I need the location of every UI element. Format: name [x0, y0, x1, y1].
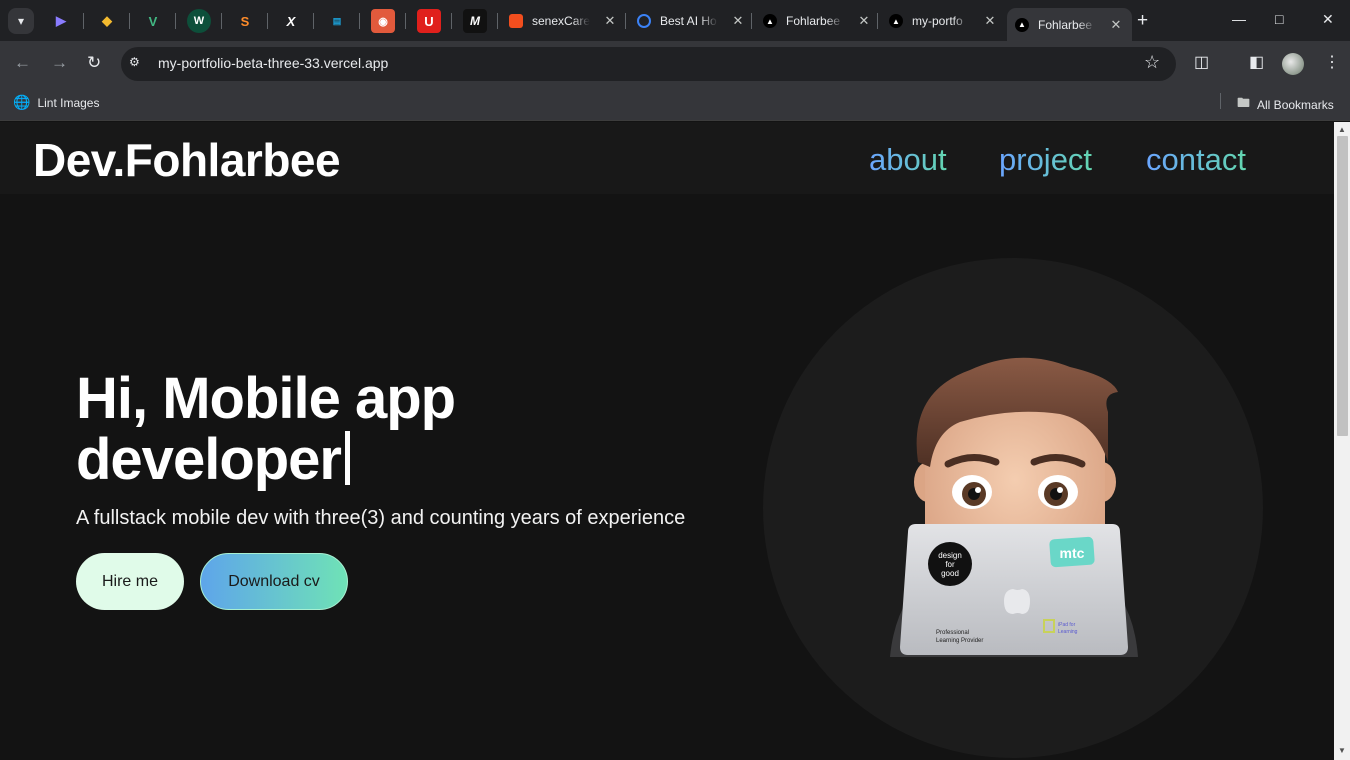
bookmark-label: All Bookmarks: [1257, 98, 1334, 112]
bookmark-lint-images[interactable]: 🌐 Lint Images: [13, 94, 99, 111]
tab-my-portfolio[interactable]: ▲ my-portfo ✕: [889, 8, 998, 34]
forward-arrow-icon[interactable]: →: [51, 53, 68, 73]
pinned-tab-orange[interactable]: ◉: [371, 9, 395, 33]
sticker-mtc: mtc: [1060, 545, 1085, 561]
tab-title: Best AI Ho: [660, 14, 717, 28]
svg-text:Learning: Learning: [1058, 629, 1078, 635]
close-tab-icon[interactable]: ✕: [856, 13, 872, 29]
close-window-icon[interactable]: ✕: [1322, 11, 1334, 28]
all-bookmarks[interactable]: 🖿 All Bookmarks: [1237, 94, 1334, 116]
scrollbar-thumb[interactable]: [1337, 136, 1348, 436]
hire-me-button[interactable]: Hire me: [76, 553, 184, 610]
x-icon: X: [286, 13, 296, 29]
tab-fohlarbee-active[interactable]: ▲ Fohlarbee ✕: [1007, 8, 1132, 41]
pinned-tab-x[interactable]: X: [279, 9, 303, 33]
url-text[interactable]: my-portfolio-beta-three-33.vercel.app: [158, 55, 388, 71]
site-info-icon[interactable]: ⚙: [129, 55, 147, 73]
vercel-icon: ▲: [1015, 17, 1029, 32]
scroll-up-arrow[interactable]: ▲: [1338, 125, 1346, 134]
reload-icon[interactable]: ↻: [87, 53, 101, 73]
hero-subtitle: A fullstack mobile dev with three(3) and…: [76, 507, 686, 529]
w-icon: W: [193, 15, 205, 27]
extensions-icon[interactable]: ◫: [1194, 52, 1209, 72]
bookmark-star-icon[interactable]: ☆: [1144, 52, 1160, 73]
globe-icon: 🌐: [13, 94, 31, 110]
memoji-illustration: design for good mtc Professional Learnin…: [890, 357, 1138, 657]
nav-project[interactable]: project: [999, 142, 1092, 178]
bookmark-label: Lint Images: [37, 95, 100, 110]
nav-about[interactable]: about: [869, 142, 947, 178]
vercel-icon: ▲: [889, 14, 903, 28]
sticker-design-for-good: design: [938, 551, 962, 560]
sticker-apple-plp: Professional: [936, 630, 969, 636]
site-logo[interactable]: Dev.Fohlarbee: [33, 133, 341, 187]
site-header: Dev.Fohlarbee about project contact: [0, 122, 1334, 194]
bookmarks-bar: [0, 87, 1350, 121]
m-icon: M: [470, 14, 480, 28]
sticker-ipad-learning: iPad for: [1058, 622, 1076, 628]
pinned-tab-binance[interactable]: ◆: [95, 9, 119, 33]
page-viewport: Dev.Fohlarbee about project contact Hi, …: [0, 122, 1334, 760]
figma-icon: [509, 14, 523, 28]
hero-title-line2: developer: [76, 427, 342, 492]
tab-title: Fohlarbee: [786, 14, 841, 28]
tab-best-ai[interactable]: Best AI Ho ✕: [637, 8, 746, 34]
pinned-tab-w[interactable]: W: [187, 9, 211, 33]
pinned-tab-u[interactable]: U: [417, 9, 441, 33]
pinned-tab-copilot[interactable]: ▶: [49, 9, 73, 33]
binance-icon: ◆: [102, 13, 112, 28]
s-logo-icon: S: [240, 13, 250, 29]
tab-fohlarbee-1[interactable]: ▲ Fohlarbee ✕: [763, 8, 872, 34]
close-tab-icon[interactable]: ✕: [982, 13, 998, 29]
profile-avatar[interactable]: [1282, 53, 1304, 75]
folder-icon: 🖿: [1237, 95, 1251, 110]
cisco-icon: ▤: [332, 15, 342, 26]
tab-title: Fohlarbee: [1038, 17, 1093, 32]
pinned-tab-s[interactable]: S: [233, 9, 257, 33]
tab-title: my-portfo: [912, 14, 963, 28]
minimize-icon[interactable]: —: [1232, 11, 1246, 27]
close-tab-icon[interactable]: ✕: [730, 13, 746, 29]
close-tab-icon[interactable]: ✕: [1108, 17, 1124, 33]
maximize-icon[interactable]: □: [1275, 11, 1283, 27]
nav-contact[interactable]: contact: [1146, 142, 1246, 178]
typing-caret: [345, 431, 350, 485]
hero-title-line1: Hi, Mobile app: [76, 366, 456, 431]
vue-icon: V: [148, 13, 158, 29]
scroll-down-arrow[interactable]: ▼: [1338, 746, 1346, 755]
orange-app-icon: ◉: [378, 15, 388, 28]
copilot-icon: ▶: [56, 13, 66, 28]
back-arrow-icon[interactable]: ←: [14, 53, 31, 73]
tab-title: senexCare: [532, 14, 590, 28]
svg-text:Learning Provider: Learning Provider: [936, 638, 983, 644]
close-tab-icon[interactable]: ✕: [602, 13, 618, 29]
download-cv-button[interactable]: Download cv: [200, 553, 348, 610]
svg-text:good: good: [941, 569, 959, 578]
pinned-tab-m[interactable]: M: [463, 9, 487, 33]
pinned-tab-cisco[interactable]: ▤: [325, 9, 349, 33]
menu-icon[interactable]: ⋮: [1324, 52, 1340, 72]
svg-text:for: for: [945, 560, 955, 569]
blue-ring-icon: [637, 14, 651, 28]
new-tab-button[interactable]: +: [1137, 10, 1148, 32]
u-icon: U: [424, 13, 434, 29]
vercel-icon: ▲: [763, 14, 777, 28]
side-panel-icon[interactable]: ◧: [1249, 52, 1264, 72]
pinned-tab-vue[interactable]: V: [141, 9, 165, 33]
tab-strip: ▾ ▶ ◆ V W S X ▤ ◉ U M senexCare ✕ Best A…: [0, 0, 1350, 41]
tab-search-button[interactable]: ▾: [8, 8, 34, 34]
hero-title: Hi, Mobile app developer: [76, 366, 456, 492]
tab-senexcare[interactable]: senexCare ✕: [509, 8, 618, 34]
